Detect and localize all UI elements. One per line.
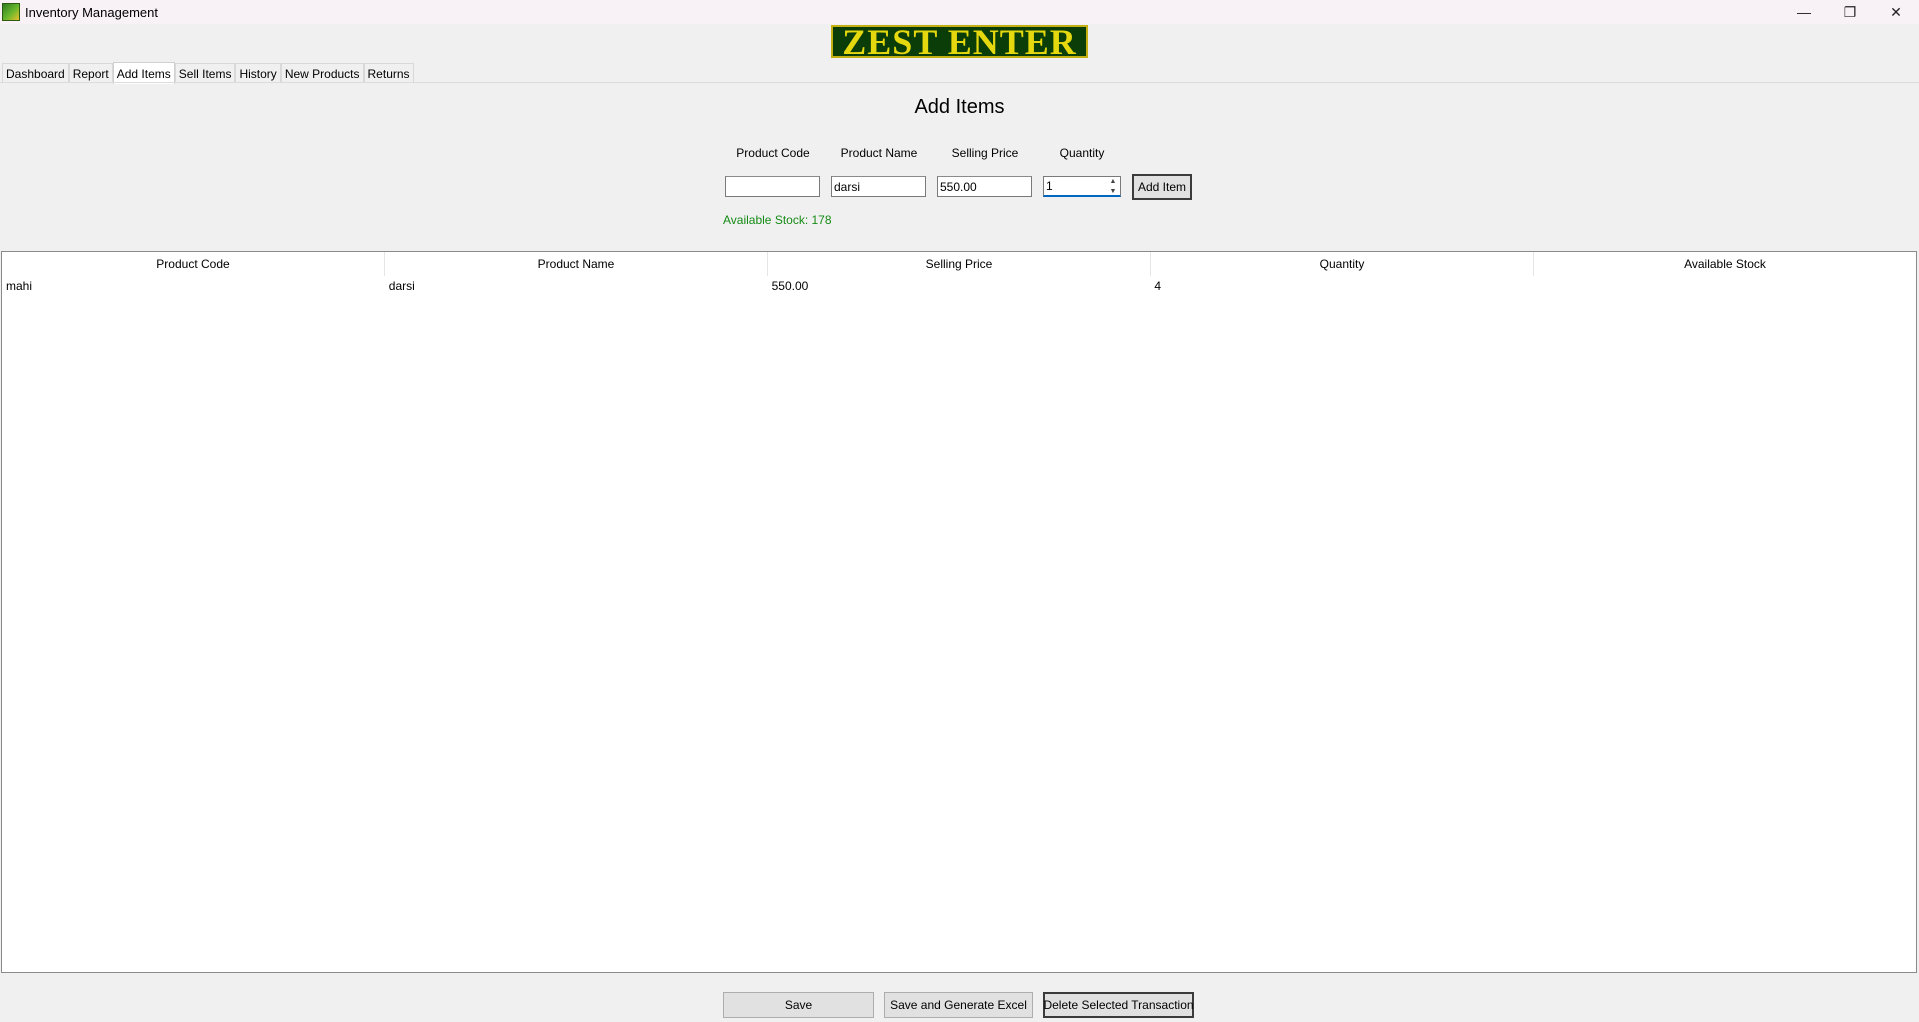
product-name-label: Product Name xyxy=(840,146,918,160)
tab-add-items[interactable]: Add Items xyxy=(112,62,175,84)
tab-divider xyxy=(0,82,1919,83)
tab-dashboard[interactable]: Dashboard xyxy=(2,63,69,83)
tab-bar: Dashboard Report Add Items Sell Items Hi… xyxy=(2,61,414,84)
window-controls: — ❐ ✕ xyxy=(1781,0,1919,24)
stepper-arrows: ▲ ▼ xyxy=(1106,177,1120,196)
tab-new-products[interactable]: New Products xyxy=(280,63,364,83)
column-header-selling-price[interactable]: Selling Price xyxy=(768,252,1151,276)
brand-logo-text: ZEST ENTER xyxy=(842,21,1077,62)
quantity-stepper[interactable]: ▲ ▼ xyxy=(1043,176,1121,197)
product-code-field[interactable] xyxy=(725,176,820,197)
save-button[interactable]: Save xyxy=(723,992,874,1018)
column-header-product-name[interactable]: Product Name xyxy=(385,252,768,276)
minimize-icon[interactable]: — xyxy=(1781,0,1827,24)
close-icon[interactable]: ✕ xyxy=(1873,0,1919,24)
stepper-down-icon[interactable]: ▼ xyxy=(1106,187,1120,197)
cell-quantity: 4 xyxy=(1154,279,1162,293)
quantity-label: Quantity xyxy=(1059,146,1105,160)
tab-returns[interactable]: Returns xyxy=(363,63,414,83)
page-title: Add Items xyxy=(914,96,1005,118)
selling-price-field[interactable]: 550.00 xyxy=(937,176,1032,197)
app-icon xyxy=(2,3,20,21)
tab-history[interactable]: History xyxy=(235,63,281,83)
column-header-available-stock[interactable]: Available Stock xyxy=(1534,252,1916,276)
save-generate-excel-button[interactable]: Save and Generate Excel xyxy=(884,992,1033,1018)
table-row[interactable]: mahi darsi 550.00 4 xyxy=(2,276,1916,296)
cell-selling-price: 550.00 xyxy=(771,279,809,293)
selling-price-label: Selling Price xyxy=(951,146,1019,160)
items-table[interactable]: Product Code Product Name Selling Price … xyxy=(1,251,1917,973)
cell-available-stock xyxy=(1533,276,1916,296)
delete-transaction-button[interactable]: Delete Selected Transaction xyxy=(1043,992,1194,1018)
product-name-field[interactable]: darsi xyxy=(831,176,926,197)
cell-product-code: mahi xyxy=(6,279,33,293)
tab-sell-items[interactable]: Sell Items xyxy=(174,63,236,83)
quantity-input[interactable] xyxy=(1044,177,1104,194)
product-code-label: Product Code xyxy=(736,146,810,160)
tab-report[interactable]: Report xyxy=(68,63,113,83)
cell-product-name: darsi xyxy=(388,279,415,293)
column-header-quantity[interactable]: Quantity xyxy=(1151,252,1534,276)
brand-logo: ZEST ENTER xyxy=(831,21,1088,62)
title-bar: Inventory Management — ❐ ✕ xyxy=(0,0,1919,24)
restore-icon[interactable]: ❐ xyxy=(1827,0,1873,24)
column-header-product-code[interactable]: Product Code xyxy=(2,252,385,276)
stepper-up-icon[interactable]: ▲ xyxy=(1106,177,1120,187)
available-stock-label: Available Stock: 178 xyxy=(723,213,832,227)
add-item-button[interactable]: Add Item xyxy=(1132,174,1192,200)
table-header: Product Code Product Name Selling Price … xyxy=(2,252,1916,276)
window-title: Inventory Management xyxy=(25,4,158,20)
